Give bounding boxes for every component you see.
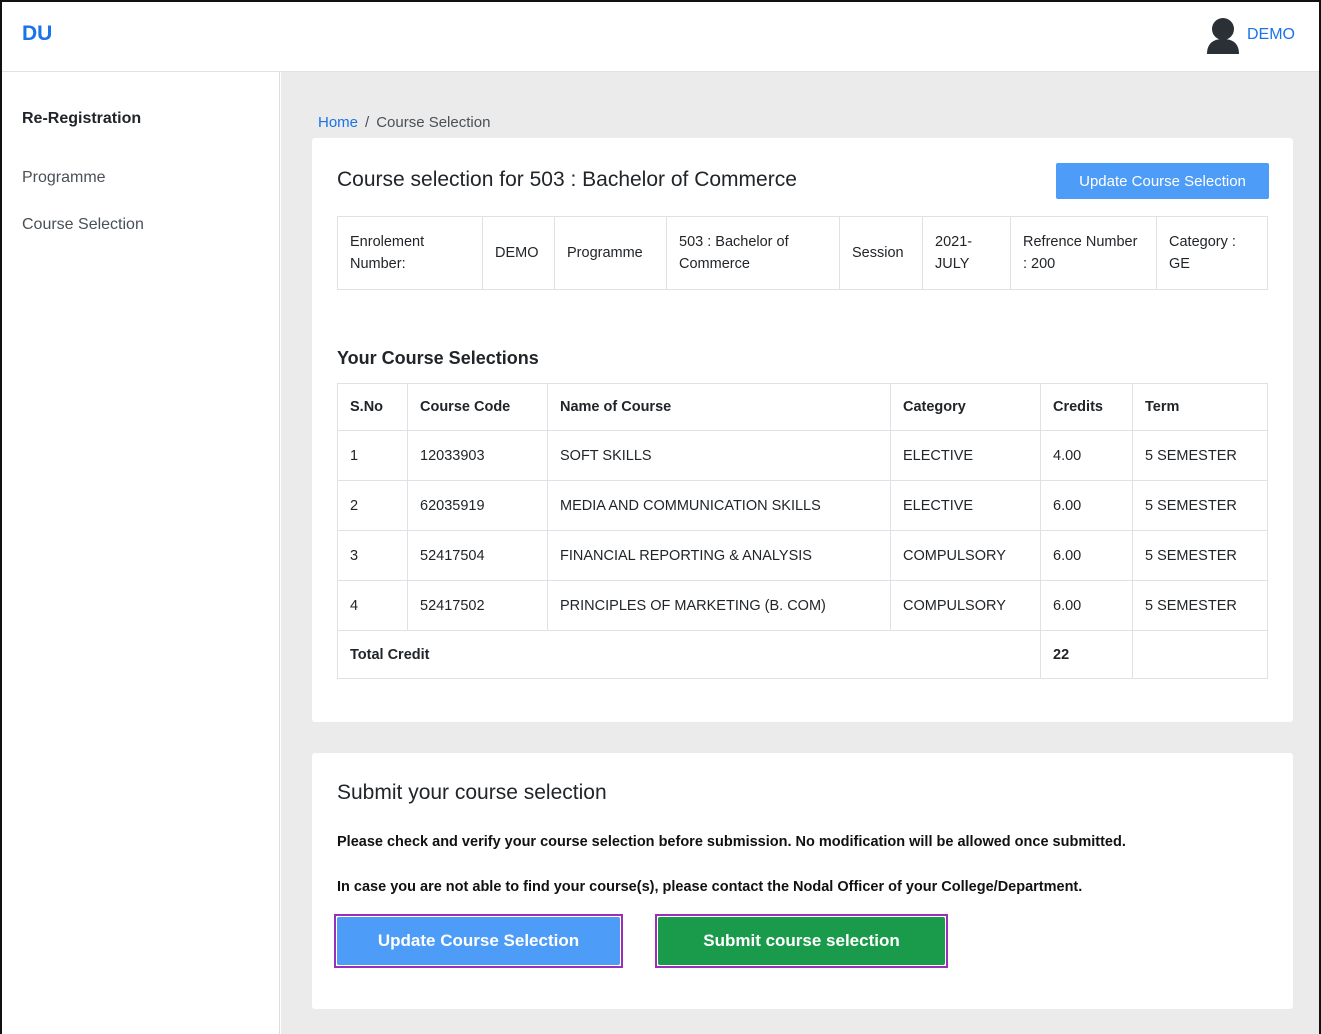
contact-notice: In case you are not able to find your co… (337, 879, 1083, 895)
main-content: Home / Course Selection Course selection… (281, 72, 1319, 1034)
submit-button-outline: Submit course selection (655, 914, 948, 968)
col-header-credits: Credits (1040, 383, 1133, 431)
cell-credits: 6.00 (1040, 580, 1133, 631)
reference-number: Refrence Number : 200 (1010, 216, 1157, 290)
programme-label: Programme (554, 216, 667, 290)
cell-sno: 2 (337, 480, 408, 531)
programme-value: 503 : Bachelor of Commerce (666, 216, 840, 290)
user-name[interactable]: DEMO (1247, 26, 1295, 44)
breadcrumb-current: Course Selection (376, 114, 491, 131)
cell-sno: 1 (337, 430, 408, 481)
col-header-sno: S.No (337, 383, 408, 431)
cell-sno: 4 (337, 580, 408, 631)
breadcrumb-home-link[interactable]: Home (318, 114, 358, 131)
brand-logo[interactable]: DU (22, 22, 52, 46)
app-window: DU DEMO Re-Registration Programme Course… (0, 0, 1321, 1034)
total-credit-empty (1132, 630, 1268, 679)
sidebar: Re-Registration Programme Course Selecti… (2, 72, 280, 1034)
update-course-selection-button[interactable]: Update Course Selection (337, 917, 620, 965)
course-selection-card: Course selection for 503 : Bachelor of C… (312, 138, 1293, 722)
cell-term: 5 SEMESTER (1132, 580, 1268, 631)
cell-course-code: 52417502 (407, 580, 548, 631)
cell-course-name: SOFT SKILLS (547, 430, 891, 481)
enrolment-label: Enrolement Number: (337, 216, 483, 290)
user-avatar-icon (1207, 18, 1239, 54)
breadcrumb-separator: / (365, 114, 370, 131)
breadcrumb: Home / Course Selection (318, 114, 490, 131)
col-header-name-of-course: Name of Course (547, 383, 891, 431)
session-value: 2021-JULY (922, 216, 1011, 290)
cell-credits: 6.00 (1040, 530, 1133, 581)
cell-course-name: PRINCIPLES OF MARKETING (B. COM) (547, 580, 891, 631)
enrolment-value: DEMO (482, 216, 555, 290)
card-title: Course selection for 503 : Bachelor of C… (337, 168, 797, 191)
table-header-row: S.No Course Code Name of Course Category… (337, 383, 1268, 431)
cell-term: 5 SEMESTER (1132, 430, 1268, 481)
cell-term: 5 SEMESTER (1132, 530, 1268, 581)
total-credit-label: Total Credit (337, 630, 1041, 679)
col-header-category: Category (890, 383, 1041, 431)
enrolment-info-table: Enrolement Number: DEMO Programme 503 : … (337, 216, 1268, 290)
col-header-course-code: Course Code (407, 383, 548, 431)
total-credit-row: Total Credit 22 (337, 630, 1268, 679)
cell-category: ELECTIVE (890, 430, 1041, 481)
cell-sno: 3 (337, 530, 408, 581)
sidebar-item-course-selection[interactable]: Course Selection (22, 216, 144, 234)
category-info: Category : GE (1156, 216, 1268, 290)
cell-category: COMPULSORY (890, 530, 1041, 581)
sidebar-title: Re-Registration (22, 110, 142, 127)
cell-term: 5 SEMESTER (1132, 480, 1268, 531)
table-row: 1 12033903 SOFT SKILLS ELECTIVE 4.00 5 S… (337, 430, 1268, 481)
update-button-outline: Update Course Selection (334, 914, 623, 968)
cell-category: ELECTIVE (890, 480, 1041, 531)
cell-course-code: 12033903 (407, 430, 548, 481)
session-label: Session (839, 216, 923, 290)
cell-course-code: 52417504 (407, 530, 548, 581)
user-menu[interactable]: DEMO (1205, 16, 1295, 54)
col-header-term: Term (1132, 383, 1268, 431)
verify-notice: Please check and verify your course sele… (337, 834, 1126, 850)
courses-heading: Your Course Selections (337, 348, 539, 368)
submit-card-title: Submit your course selection (337, 781, 607, 804)
info-row: Enrolement Number: DEMO Programme 503 : … (337, 216, 1268, 290)
total-credit-value: 22 (1040, 630, 1133, 679)
top-navbar: DU DEMO (2, 2, 1319, 72)
submit-card: Submit your course selection Please chec… (312, 753, 1293, 1009)
table-row: 2 62035919 MEDIA AND COMMUNICATION SKILL… (337, 480, 1268, 531)
cell-course-code: 62035919 (407, 480, 548, 531)
cell-course-name: MEDIA AND COMMUNICATION SKILLS (547, 480, 891, 531)
submit-course-selection-button[interactable]: Submit course selection (658, 917, 945, 965)
cell-credits: 6.00 (1040, 480, 1133, 531)
cell-credits: 4.00 (1040, 430, 1133, 481)
update-course-selection-button-top[interactable]: Update Course Selection (1056, 163, 1269, 199)
cell-course-name: FINANCIAL REPORTING & ANALYSIS (547, 530, 891, 581)
table-row: 3 52417504 FINANCIAL REPORTING & ANALYSI… (337, 530, 1268, 581)
sidebar-item-programme[interactable]: Programme (22, 169, 106, 187)
course-selections-table: S.No Course Code Name of Course Category… (337, 383, 1268, 679)
table-row: 4 52417502 PRINCIPLES OF MARKETING (B. C… (337, 580, 1268, 631)
cell-category: COMPULSORY (890, 580, 1041, 631)
